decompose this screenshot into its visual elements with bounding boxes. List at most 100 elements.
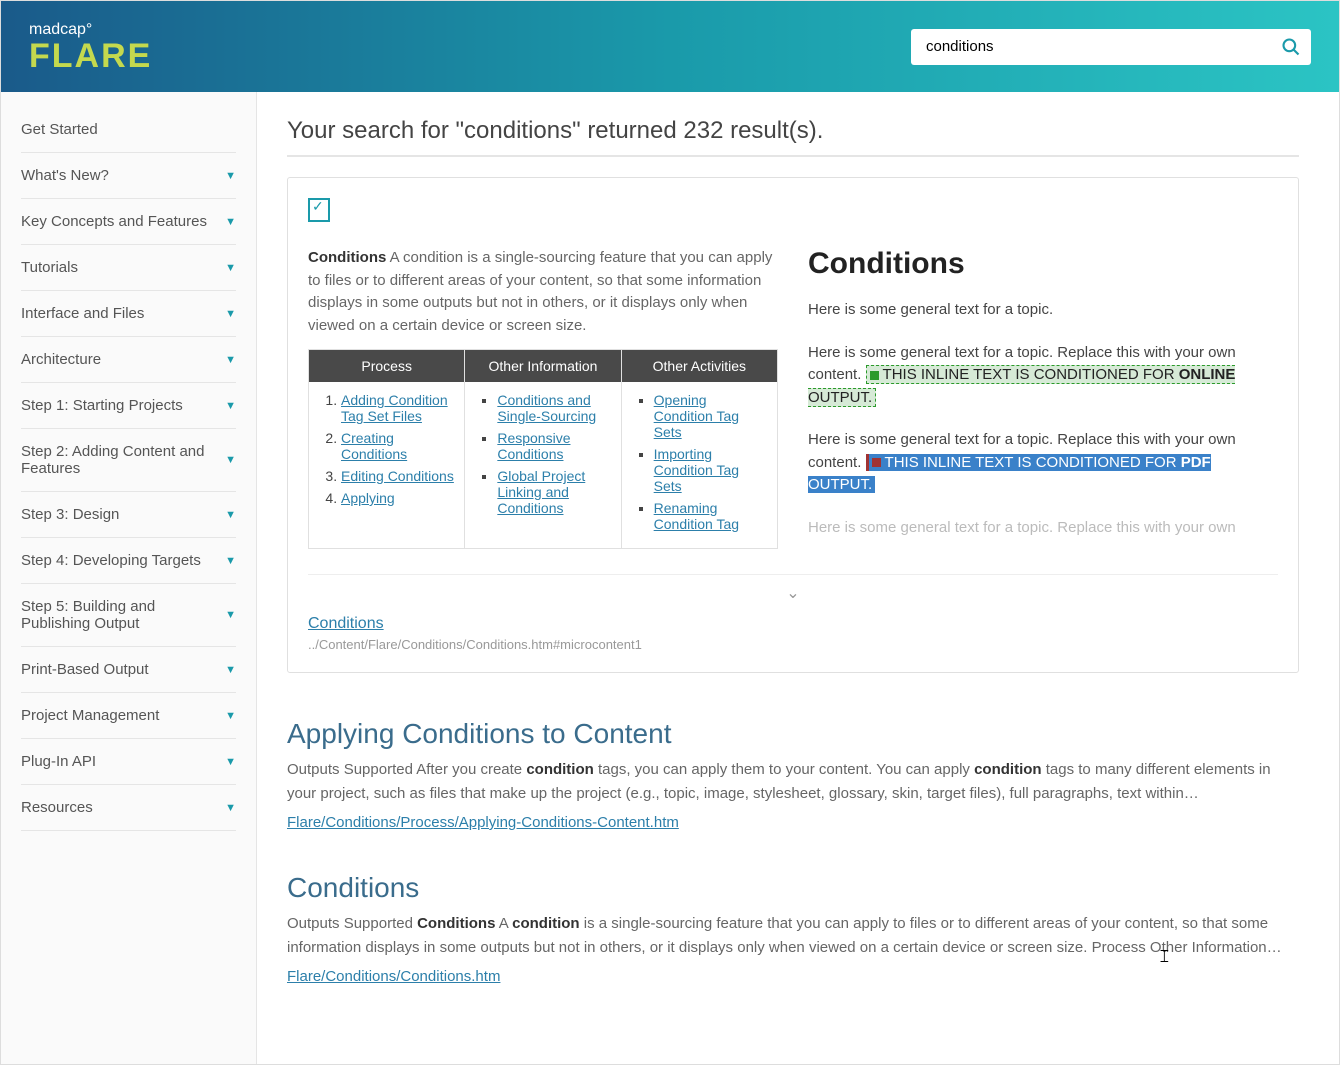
sidebar-item-label: Step 1: Starting Projects: [21, 397, 183, 414]
chevron-down-icon: ▼: [225, 710, 236, 722]
sidebar-item[interactable]: Tutorials▼: [21, 245, 236, 291]
chevron-down-icon: ⌄: [786, 585, 799, 602]
list-item: Renaming Condition Tag: [654, 500, 767, 532]
list-link[interactable]: Opening Condition Tag Sets: [654, 392, 739, 440]
online-condition-tag: THIS INLINE TEXT IS CONDITIONED FOR ONLI…: [808, 365, 1235, 407]
brand-top: madcap°: [29, 21, 152, 39]
chevron-down-icon: ▼: [225, 262, 236, 274]
result-path-link[interactable]: Flare/Conditions/Process/Applying-Condit…: [287, 814, 679, 831]
list-item: Editing Conditions: [341, 468, 454, 484]
sidebar-item-label: Step 5: Building and Publishing Output: [21, 598, 225, 632]
list-link[interactable]: Creating Conditions: [341, 430, 407, 462]
sidebar-item-label: What's New?: [21, 167, 109, 184]
conditions-icon: [308, 198, 330, 222]
chevron-down-icon: ▼: [225, 308, 236, 320]
sidebar-item-label: Step 3: Design: [21, 506, 119, 523]
conditions-desc: Conditions A condition is a single-sourc…: [308, 247, 778, 337]
search-summary: Your search for "conditions" returned 23…: [287, 117, 1299, 157]
sidebar-item[interactable]: Step 1: Starting Projects ▼: [21, 383, 236, 429]
search-icon[interactable]: [1281, 37, 1301, 57]
sidebar-item[interactable]: Step 3: Design ▼: [21, 492, 236, 538]
sidebar-item[interactable]: What's New? ▼: [21, 153, 236, 199]
brand-bottom: FLARE: [29, 39, 152, 73]
sidebar-item[interactable]: Step 2: Adding Content and Features▼: [21, 429, 236, 492]
list-item: Conditions and Single-Sourcing: [497, 392, 610, 424]
sidebar-item[interactable]: Step 5: Building and Publishing Output▼: [21, 584, 236, 647]
chevron-down-icon: ▼: [225, 664, 236, 676]
list-item: Creating Conditions: [341, 430, 454, 462]
chevron-down-icon: ▼: [225, 454, 236, 466]
sidebar-item-label: Step 4: Developing Targets: [21, 552, 201, 569]
card-path: ../Content/Flare/Conditions/Conditions.h…: [308, 637, 1278, 652]
list-link[interactable]: Renaming Condition Tag: [654, 500, 739, 532]
pdf-condition-tag: THIS INLINE TEXT IS CONDITIONED FOR PDF …: [808, 454, 1211, 494]
card-title-link[interactable]: Conditions: [308, 615, 1278, 633]
sidebar-item-label: Architecture: [21, 351, 101, 368]
list-link[interactable]: Conditions and Single-Sourcing: [497, 392, 596, 424]
preview-p1: Here is some general text for a topic.: [808, 299, 1278, 322]
chevron-down-icon: ▼: [225, 216, 236, 228]
sidebar-item-label: Print-Based Output: [21, 661, 149, 678]
sidebar-item-label: Plug-In API: [21, 753, 96, 770]
result-title[interactable]: Conditions: [287, 872, 1299, 904]
sidebar-item-label: Resources: [21, 799, 93, 816]
list-item: Importing Condition Tag Sets: [654, 446, 767, 494]
preview-title: Conditions: [808, 247, 1278, 281]
header-bar: madcap° FLARE: [1, 1, 1339, 92]
topic-preview: Conditions Here is some general text for…: [808, 247, 1278, 559]
list-item: Applying: [341, 490, 454, 506]
result-snippet: Outputs Supported After you create condi…: [287, 758, 1299, 806]
result-snippet: Outputs Supported Conditions A condition…: [287, 912, 1299, 960]
chevron-down-icon: ▼: [225, 756, 236, 768]
featured-card: Conditions A condition is a single-sourc…: [287, 177, 1299, 673]
sidebar-item-label: Key Concepts and Features: [21, 213, 207, 230]
list-link[interactable]: Importing Condition Tag Sets: [654, 446, 739, 494]
mini-table: Process Adding Condition Tag Set Files Cr…: [308, 349, 778, 549]
chevron-down-icon: ▼: [225, 609, 236, 621]
chevron-down-icon: ▼: [225, 555, 236, 567]
list-item: Global Project Linking and Conditions: [497, 468, 610, 516]
sidebar-item[interactable]: Step 4: Developing Targets ▼: [21, 538, 236, 584]
chevron-down-icon: ▼: [225, 170, 236, 182]
chevron-down-icon: ▼: [225, 802, 236, 814]
search-result: Conditions Outputs Supported Conditions A…: [287, 872, 1299, 986]
sidebar-item[interactable]: Plug-In API ▼: [21, 739, 236, 785]
result-path-link[interactable]: Flare/Conditions/Conditions.htm: [287, 968, 500, 985]
list-link[interactable]: Responsive Conditions: [497, 430, 570, 462]
col-process-head: Process: [309, 350, 464, 382]
sidebar-item-label: Get Started: [21, 121, 98, 138]
search-input[interactable]: [911, 29, 1311, 65]
result-title[interactable]: Applying Conditions to Content: [287, 718, 1299, 750]
list-link[interactable]: Adding Condition Tag Set Files: [341, 392, 448, 424]
col-info-head: Other Information: [465, 350, 620, 382]
list-item: Responsive Conditions: [497, 430, 610, 462]
preview-p4: Here is some general text for a topic. R…: [808, 517, 1278, 540]
sidebar-item[interactable]: Architecture ▼: [21, 337, 236, 383]
chevron-down-icon: ▼: [225, 509, 236, 521]
col-act-head: Other Activities: [622, 350, 777, 382]
list-link[interactable]: Editing Conditions: [341, 468, 454, 484]
list-item: Adding Condition Tag Set Files: [341, 392, 454, 424]
sidebar-item[interactable]: Project Management ▼: [21, 693, 236, 739]
sidebar-item[interactable]: Get Started: [21, 107, 236, 153]
preview-p3: Here is some general text for a topic. R…: [808, 429, 1278, 497]
brand-logo[interactable]: madcap° FLARE: [29, 21, 152, 73]
list-link[interactable]: Global Project Linking and Conditions: [497, 468, 585, 516]
sidebar: Get StartedWhat's New?▼Key Concepts and …: [1, 92, 257, 1064]
sidebar-item-label: Project Management: [21, 707, 159, 724]
main-content: Your search for "conditions" returned 23…: [257, 92, 1339, 1064]
preview-p2: Here is some general text for a topic. R…: [808, 342, 1278, 410]
sidebar-item-label: Interface and Files: [21, 305, 144, 322]
expand-toggle[interactable]: ⌄: [308, 574, 1278, 603]
search-result: Applying Conditions to Content Outputs Su…: [287, 718, 1299, 832]
list-link[interactable]: Applying: [341, 490, 395, 506]
sidebar-item[interactable]: Key Concepts and Features ▼: [21, 199, 236, 245]
sidebar-item[interactable]: Resources ▼: [21, 785, 236, 831]
sidebar-item-label: Step 2: Adding Content and Features: [21, 443, 225, 477]
search-wrap: [911, 29, 1311, 65]
chevron-down-icon: ▼: [225, 400, 236, 412]
sidebar-item[interactable]: Print-Based Output ▼: [21, 647, 236, 693]
sidebar-item[interactable]: Interface and Files ▼: [21, 291, 236, 337]
chevron-down-icon: ▼: [225, 354, 236, 366]
list-item: Opening Condition Tag Sets: [654, 392, 767, 440]
